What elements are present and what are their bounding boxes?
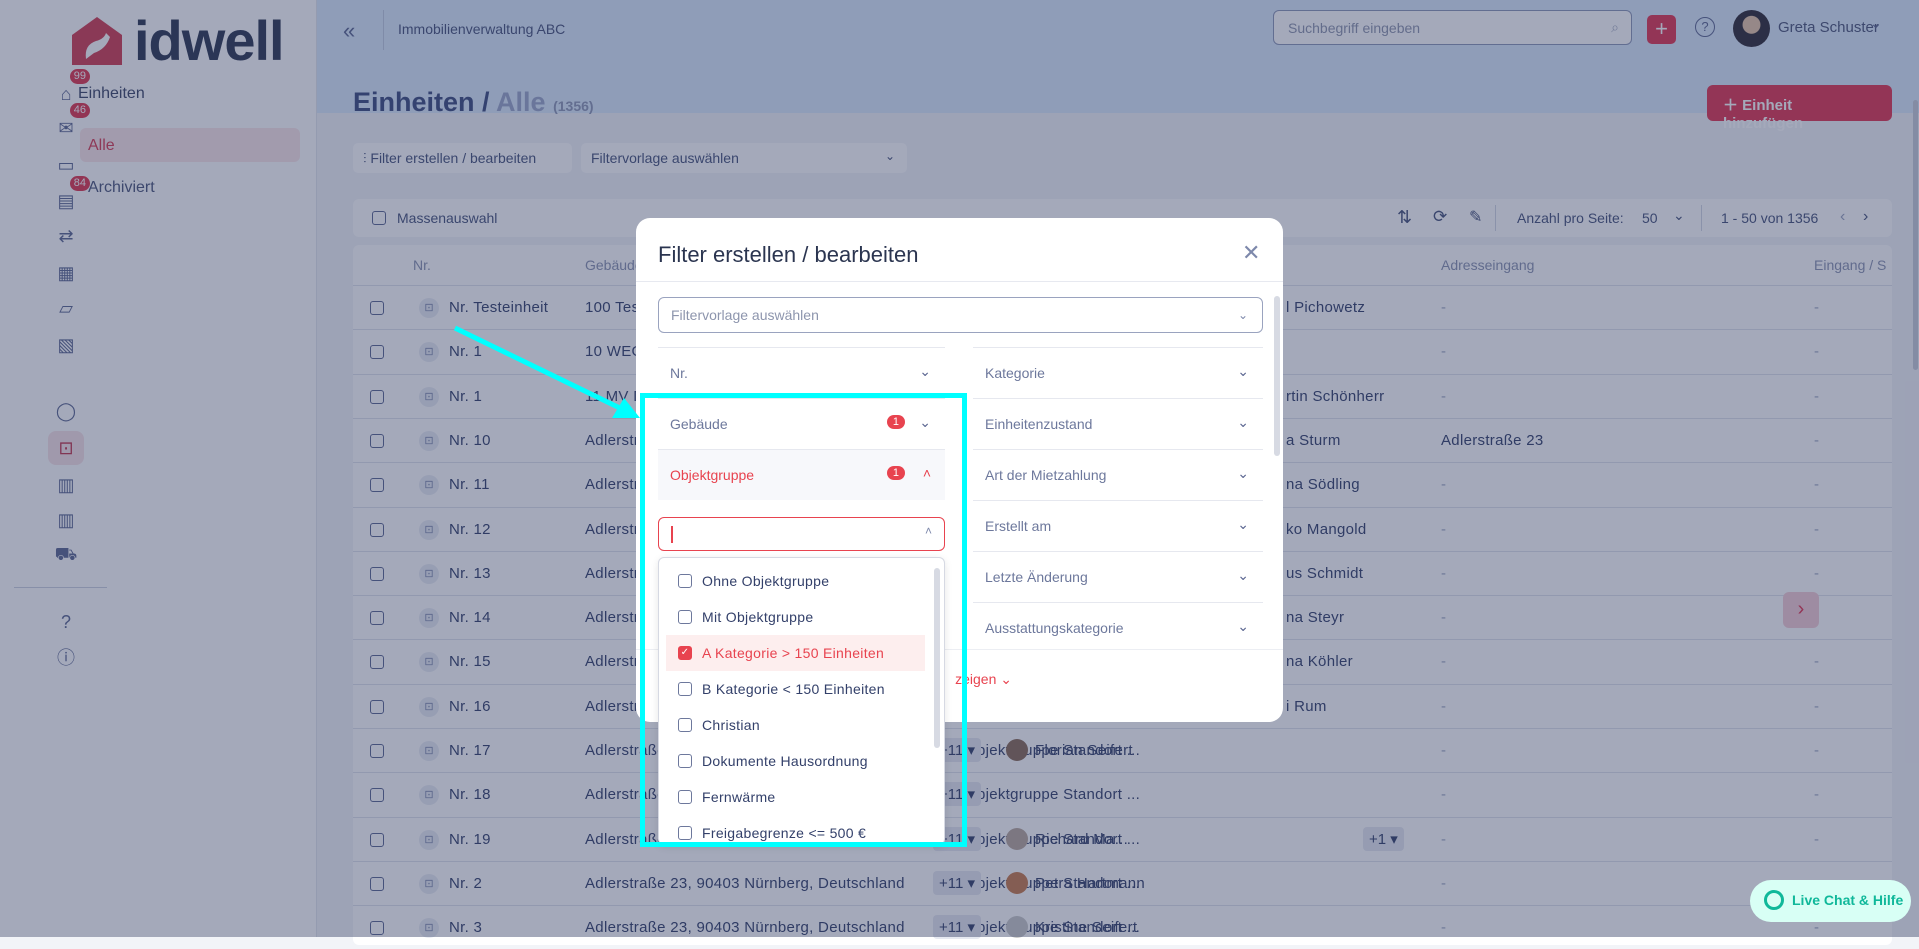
- filter-section-right-2[interactable]: Art der Mietzahlung ⌄: [973, 449, 1263, 500]
- filter-section-right-5[interactable]: Ausstattungskategorie ⌄: [973, 602, 1263, 653]
- close-icon[interactable]: ✕: [1242, 240, 1260, 266]
- filter-section-right-1[interactable]: Einheitenzustand ⌄: [973, 398, 1263, 449]
- modal-filter-template-select[interactable]: Filtervorlage auswählen ⌄: [658, 297, 1263, 333]
- filter-section-label: Einheitenzustand: [985, 416, 1093, 432]
- filter-section-label: Art der Mietzahlung: [985, 467, 1107, 483]
- filter-section-label: Erstellt am: [985, 518, 1052, 534]
- filter-section-right-0[interactable]: Kategorie ⌄: [973, 347, 1263, 398]
- live-chat-button[interactable]: Live Chat & Hilfe: [1750, 880, 1911, 922]
- modal-scrollbar[interactable]: [1274, 296, 1280, 456]
- annotation-highlight-box: [640, 393, 967, 847]
- chevron-down-icon: ⌄: [1237, 516, 1249, 532]
- filter-section-label: Letzte Änderung: [985, 569, 1088, 585]
- chevron-down-icon: ⌄: [1237, 465, 1249, 481]
- chevron-down-icon: ⌄: [1000, 671, 1012, 687]
- modal-title: Filter erstellen / bearbeiten: [658, 242, 919, 267]
- chevron-down-icon: ⌄: [1237, 363, 1249, 379]
- chevron-down-icon: ⌄: [1237, 618, 1249, 634]
- template-placeholder: Filtervorlage auswählen: [671, 307, 819, 323]
- filter-section-right-4[interactable]: Letzte Änderung ⌄: [973, 551, 1263, 602]
- lifebuoy-icon: [1764, 890, 1784, 910]
- chevron-down-icon: ⌄: [919, 363, 931, 379]
- filter-section-label: Ausstattungskategorie: [985, 620, 1124, 636]
- chevron-down-icon: ⌄: [1237, 414, 1249, 430]
- filter-section-0[interactable]: Nr. ⌄: [658, 347, 945, 398]
- filter-section-label: Kategorie: [985, 365, 1045, 381]
- filter-section-label: Nr.: [670, 365, 688, 381]
- chevron-down-icon: ⌄: [1237, 308, 1248, 322]
- chevron-down-icon: ⌄: [1237, 567, 1249, 583]
- filter-section-right-3[interactable]: Erstellt am ⌄: [973, 500, 1263, 551]
- divider: [636, 281, 1283, 282]
- live-chat-label: Live Chat & Hilfe: [1792, 892, 1904, 908]
